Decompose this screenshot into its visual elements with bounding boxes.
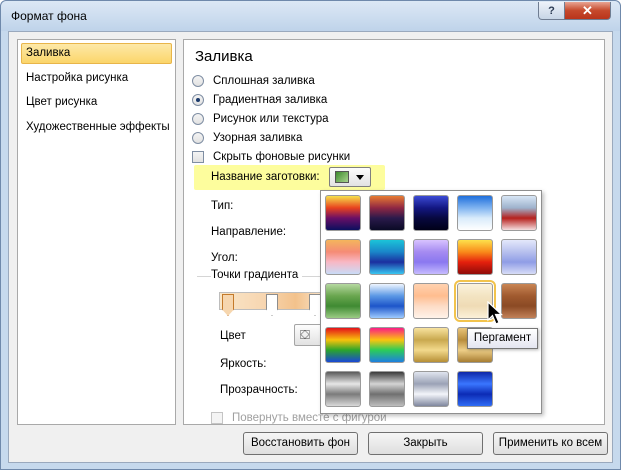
gradient-stops-label: Точки градиента bbox=[211, 269, 303, 281]
preset-swatch-23[interactable] bbox=[413, 371, 449, 407]
close-window-button[interactable]: ✕ bbox=[564, 2, 611, 20]
preset-swatch-13[interactable] bbox=[413, 283, 449, 319]
preset-swatch-4[interactable] bbox=[457, 195, 493, 231]
option-gradient-fill[interactable]: Градиентная заливка bbox=[192, 92, 327, 108]
preset-swatch-2[interactable] bbox=[369, 195, 405, 231]
preset-swatch-22[interactable] bbox=[369, 371, 405, 407]
preset-swatch-16[interactable] bbox=[325, 327, 361, 363]
checkbox-hide-background[interactable] bbox=[192, 151, 204, 163]
option-solid-fill[interactable]: Сплошная заливка bbox=[192, 73, 315, 89]
preset-swatch-8[interactable] bbox=[413, 239, 449, 275]
preset-swatch-12[interactable] bbox=[369, 283, 405, 319]
option-pattern-fill[interactable]: Узорная заливка bbox=[192, 130, 302, 146]
tooltip: Пергамент bbox=[467, 328, 538, 349]
close-icon: ✕ bbox=[582, 2, 593, 18]
option-label: Градиентная заливка bbox=[213, 94, 328, 106]
color-label: Цвет bbox=[220, 330, 246, 342]
help-button[interactable]: ? bbox=[538, 2, 565, 20]
reset-background-button[interactable]: Восстановить фон bbox=[243, 432, 358, 455]
window-title: Формат фона bbox=[11, 9, 87, 23]
preset-swatch-10[interactable] bbox=[501, 239, 537, 275]
preset-swatch-6[interactable] bbox=[325, 239, 361, 275]
direction-label: Направление: bbox=[211, 226, 287, 238]
mouse-cursor-icon bbox=[487, 301, 504, 325]
radio-gradient-fill[interactable] bbox=[192, 94, 204, 106]
preset-swatch-3[interactable] bbox=[413, 195, 449, 231]
preset-swatch-7[interactable] bbox=[369, 239, 405, 275]
help-icon: ? bbox=[548, 4, 555, 17]
radio-picture-texture[interactable] bbox=[192, 113, 204, 125]
preset-swatch-21[interactable] bbox=[325, 371, 361, 407]
preset-swatch-15[interactable] bbox=[501, 283, 537, 319]
radio-solid-fill[interactable] bbox=[192, 75, 204, 87]
option-label: Рисунок или текстура bbox=[213, 113, 329, 125]
preset-swatch-18[interactable] bbox=[413, 327, 449, 363]
angle-label: Угол: bbox=[211, 252, 238, 264]
sidebar-item-picture-settings[interactable]: Настройка рисунка bbox=[21, 68, 172, 89]
option-hide-background[interactable]: Скрыть фоновые рисунки bbox=[192, 149, 350, 165]
sidebar-item-picture-color[interactable]: Цвет рисунка bbox=[21, 92, 172, 113]
sidebar-item-fill[interactable]: Заливка bbox=[21, 43, 172, 64]
preset-swatch-11[interactable] bbox=[325, 283, 361, 319]
option-label: Сплошная заливка bbox=[213, 75, 315, 87]
gradient-stop-1[interactable] bbox=[222, 294, 234, 316]
option-label: Скрыть фоновые рисунки bbox=[213, 151, 351, 163]
section-title: Заливка bbox=[195, 48, 253, 65]
radio-pattern-fill[interactable] bbox=[192, 132, 204, 144]
chevron-down-icon bbox=[356, 175, 364, 180]
close-button[interactable]: Закрыть bbox=[368, 432, 483, 455]
preset-gallery bbox=[320, 190, 542, 414]
option-label: Узорная заливка bbox=[213, 132, 303, 144]
preset-swatch-5[interactable] bbox=[501, 195, 537, 231]
preset-row: Название заготовки: bbox=[194, 165, 385, 190]
checkbox-rotate-with-shape[interactable] bbox=[211, 412, 223, 424]
gradient-stop-2[interactable] bbox=[266, 294, 278, 316]
option-picture-texture[interactable]: Рисунок или текстура bbox=[192, 111, 329, 127]
sidebar: Заливка Настройка рисунка Цвет рисунка Х… bbox=[17, 39, 176, 425]
paint-bucket-icon: ⛋ bbox=[300, 327, 310, 342]
preset-swatch-9[interactable] bbox=[457, 239, 493, 275]
preset-label: Название заготовки: bbox=[211, 171, 320, 183]
title-bar[interactable]: Формат фона ? ✕ bbox=[1, 1, 620, 31]
transparency-label: Прозрачность: bbox=[220, 384, 298, 396]
preset-swatch-17[interactable] bbox=[369, 327, 405, 363]
brightness-label: Яркость: bbox=[220, 358, 267, 370]
apply-to-all-button[interactable]: Применить ко всем bbox=[493, 432, 608, 455]
preset-dropdown-button[interactable] bbox=[329, 167, 371, 187]
type-label: Тип: bbox=[211, 200, 234, 212]
sidebar-item-artistic-effects[interactable]: Художественные эффекты bbox=[21, 117, 172, 138]
preset-swatch bbox=[335, 171, 349, 183]
preset-swatch-24[interactable] bbox=[457, 371, 493, 407]
preset-swatch-1[interactable] bbox=[325, 195, 361, 231]
